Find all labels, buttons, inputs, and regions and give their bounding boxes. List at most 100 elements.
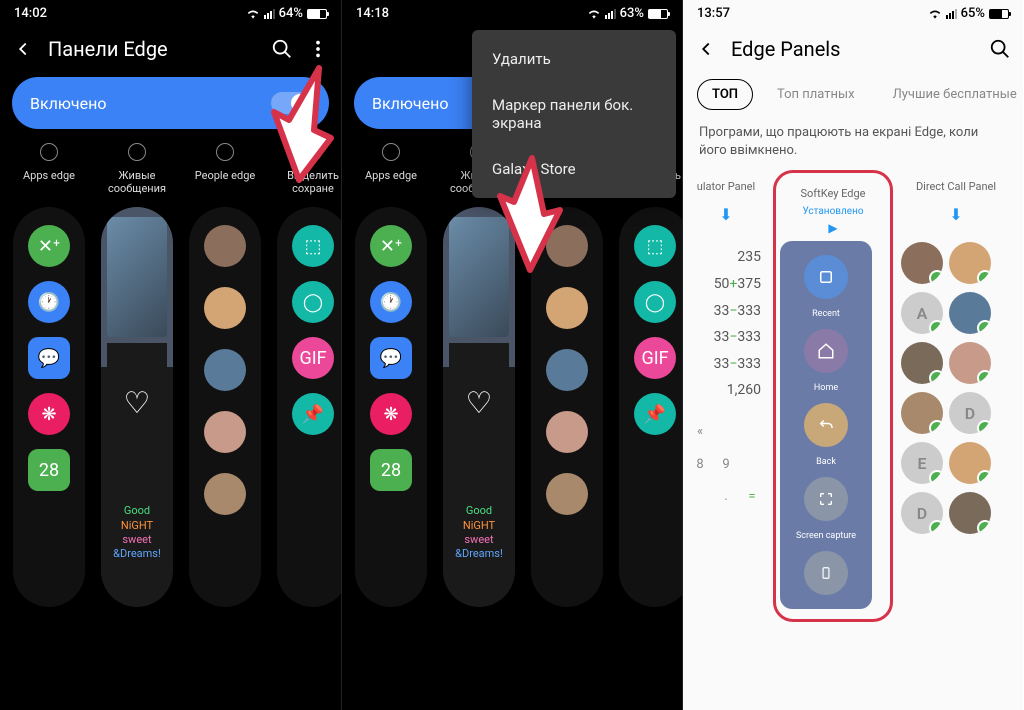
avatar [546, 349, 588, 391]
screen-2-menu-open: 14:18 63% . Включено Apps edge ✕⁺ 🕐 💬 ❋ … [341, 0, 682, 710]
panel-apps-edge[interactable]: Apps edge ✕⁺ 🕐 💬 ❋ 28 [8, 143, 90, 607]
avatar: D [949, 392, 991, 434]
recent-icon [804, 255, 848, 299]
battery-icon [648, 9, 668, 19]
app-icon: ✕⁺ [28, 225, 70, 267]
avatar [949, 292, 991, 334]
avatar [901, 242, 943, 284]
status-bar: 14:18 63% [342, 0, 682, 23]
messages-icon: 💬 [370, 337, 412, 379]
avatar [204, 349, 246, 391]
goodnight-text: GoodNiGHTsweet&Dreams! [107, 469, 167, 597]
panel-people-edge[interactable]: People edge [184, 143, 266, 607]
play-icon[interactable]: ▶ [780, 221, 886, 235]
pin-icon: 📌 [292, 393, 334, 435]
toggle-label: Включено [30, 94, 106, 113]
tab-free[interactable]: Лучшие бесплатные [879, 80, 1023, 109]
avatar [204, 411, 246, 453]
heart-icon: ♡ [449, 343, 509, 463]
wifi-icon [587, 7, 601, 21]
signal-icon [605, 9, 616, 19]
more-icon[interactable] [307, 38, 329, 60]
time: 14:02 [14, 6, 47, 21]
wifi-icon [928, 7, 942, 21]
photo-preview [107, 217, 167, 337]
battery-pct: 65% [961, 6, 985, 21]
search-icon[interactable] [271, 38, 293, 60]
screenshot-icon [804, 477, 848, 521]
avatar [546, 473, 588, 515]
toggle-label: Включено [372, 94, 448, 113]
tab-paid[interactable]: Топ платных [763, 80, 869, 109]
battery-pct: 63% [620, 6, 644, 21]
download-icon[interactable]: ⬇ [901, 199, 1011, 234]
gallery-icon: ❋ [370, 393, 412, 435]
store-panel-calculator[interactable]: ulator Panel ⬇ 235 50+375 33−333 33−333 … [687, 170, 765, 622]
select-icon: ⬚ [634, 225, 676, 267]
store-panel-direct-call[interactable]: Direct Call Panel ⬇ A D E D [901, 170, 1011, 622]
avatar: E [901, 442, 943, 484]
messages-icon: 💬 [28, 337, 70, 379]
panel-thumb: ⬚ ◯ GIF 📌 [277, 207, 341, 607]
calendar-icon: 28 [370, 449, 412, 491]
pointer-arrow [492, 150, 572, 280]
panel-select-save[interactable]: Выделить сохране ⬚ ◯ GIF 📌 [272, 143, 341, 607]
back-icon [804, 403, 848, 447]
panel-select-save[interactable]: Выделить сохране ⬚ ◯ GIF 📌 [614, 143, 682, 607]
radio-icon[interactable] [216, 143, 234, 161]
heart-icon: ♡ [107, 343, 167, 463]
radio-icon[interactable] [40, 143, 58, 161]
radio-icon[interactable] [128, 143, 146, 161]
avatar [949, 342, 991, 384]
menu-delete[interactable]: Удалить [472, 36, 676, 82]
pin-icon: 📌 [634, 393, 676, 435]
radio-icon[interactable] [382, 143, 400, 161]
avatar: A [901, 292, 943, 334]
time: 14:18 [356, 6, 389, 21]
select-icon: ⬚ [292, 225, 334, 267]
oval-icon: ◯ [292, 281, 334, 323]
panel-thumb: ✕⁺ 🕐 💬 ❋ 28 [13, 207, 85, 607]
store-panel-softkey[interactable]: SoftKey Edge Установлено ▶ Recent Home B… [773, 170, 893, 622]
avatar [949, 492, 991, 534]
download-icon[interactable]: ⬇ [687, 199, 765, 234]
screen-1-edge-panels: 14:02 64% Панели Edge Включено Apps edge… [0, 0, 341, 710]
softkey-preview: Recent Home Back Screen capture [780, 241, 872, 609]
panel-thumb [189, 207, 261, 607]
goodnight-text: GoodNiGHTsweet&Dreams! [449, 469, 509, 597]
device-icon [804, 551, 848, 595]
call-badge-icon [929, 270, 943, 284]
tabs: ТОП Топ платных Лучшие бесплатные [683, 71, 1023, 124]
screen-3-edge-panels-store: 13:57 65% Edge Panels ТОП Топ платных Лу… [682, 0, 1023, 710]
wifi-icon [246, 7, 260, 21]
battery-icon [307, 9, 327, 19]
clock-icon: 🕐 [28, 281, 70, 323]
gif-icon: GIF [292, 337, 334, 379]
panel-apps-edge[interactable]: Apps edge ✕⁺ 🕐 💬 ❋ 28 [350, 143, 432, 607]
avatar [204, 287, 246, 329]
clock-icon: 🕐 [370, 281, 412, 323]
back-icon[interactable] [12, 38, 34, 60]
gallery-icon: ❋ [28, 393, 70, 435]
panel-thumb: ✕⁺ 🕐 💬 ❋ 28 [355, 207, 427, 607]
header: Edge Panels [683, 23, 1023, 71]
home-icon [804, 329, 848, 373]
page-title: Edge Panels [731, 37, 975, 61]
avatar: D [901, 492, 943, 534]
menu-handle[interactable]: Маркер панели бок. экрана [472, 82, 676, 146]
search-icon[interactable] [989, 38, 1011, 60]
tab-top[interactable]: ТОП [697, 79, 753, 110]
avatar [949, 242, 991, 284]
status-bar: 13:57 65% [683, 0, 1023, 23]
avatar [949, 442, 991, 484]
avatar [546, 287, 588, 329]
calendar-icon: 28 [28, 449, 70, 491]
panel-thumb: ⬚ ◯ GIF 📌 [619, 207, 682, 607]
avatar [204, 225, 246, 267]
panel-live-messages[interactable]: Живые сообщения ♡ GoodNiGHTsweet&Dreams! [96, 143, 178, 607]
page-title: Панели Edge [48, 37, 257, 61]
back-icon[interactable] [695, 38, 717, 60]
signal-icon [946, 9, 957, 19]
avatar [204, 473, 246, 515]
avatar [546, 411, 588, 453]
